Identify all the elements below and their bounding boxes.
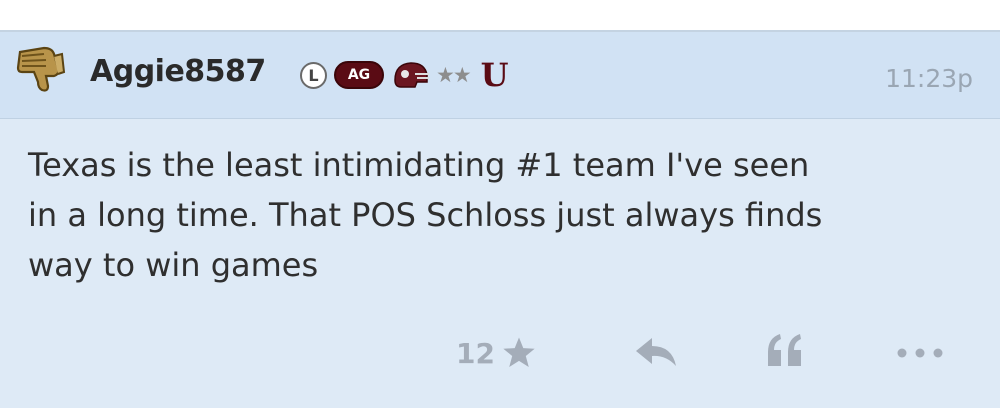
post-actions: 12	[0, 334, 1000, 382]
star-rating-badge: ★★	[436, 63, 472, 87]
star-icon	[503, 337, 535, 368]
level-badge: L	[300, 61, 327, 89]
quote-icon	[768, 334, 801, 366]
author-username[interactable]: Aggie8587	[90, 54, 266, 89]
ellipsis-icon	[897, 348, 943, 358]
post-body-line: way to win games	[28, 246, 319, 284]
forum-post: Aggie8587 L AG ★★ U 11:23p Texas is the …	[0, 30, 1000, 408]
team-badge: AG	[334, 61, 384, 89]
like-button[interactable]: 12	[456, 336, 537, 370]
tier-badge: U	[480, 56, 509, 94]
post-body-line: in a long time. That POS Schloss just al…	[28, 196, 823, 234]
like-count: 12	[456, 336, 495, 370]
helmet-icon	[394, 62, 429, 88]
thumbs-down-hand-icon[interactable]	[14, 42, 70, 94]
reply-arrow-icon	[636, 338, 676, 366]
post-body: Texas is the least intimidating #1 team …	[28, 140, 978, 290]
post-timestamp: 11:23p	[885, 64, 973, 93]
user-badges: L AG ★★ U	[300, 58, 509, 92]
more-options-button[interactable]	[893, 336, 947, 370]
reply-button[interactable]	[634, 334, 680, 370]
post-body-line: Texas is the least intimidating #1 team …	[28, 146, 810, 184]
quote-button[interactable]	[764, 330, 806, 370]
post-header: Aggie8587 L AG ★★ U 11:23p	[0, 32, 1000, 119]
